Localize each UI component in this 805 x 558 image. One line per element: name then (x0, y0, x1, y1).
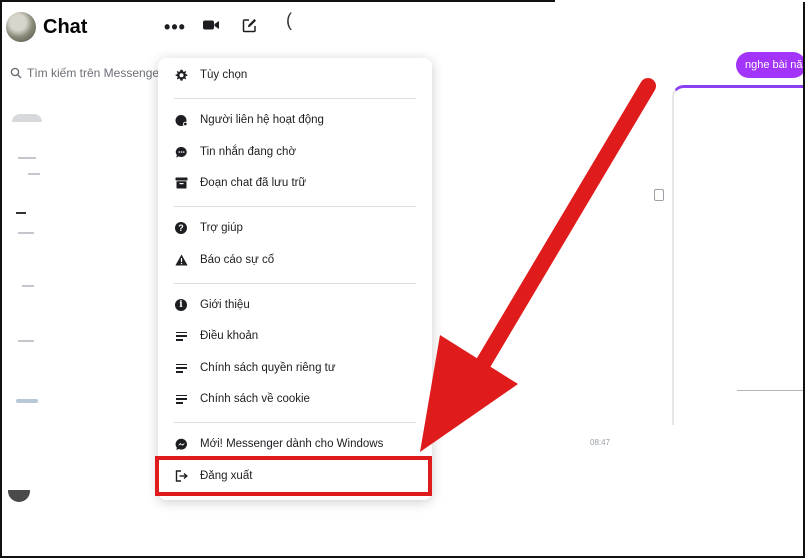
frame-gap (555, 0, 805, 2)
red-arrow-annotation (420, 78, 656, 452)
